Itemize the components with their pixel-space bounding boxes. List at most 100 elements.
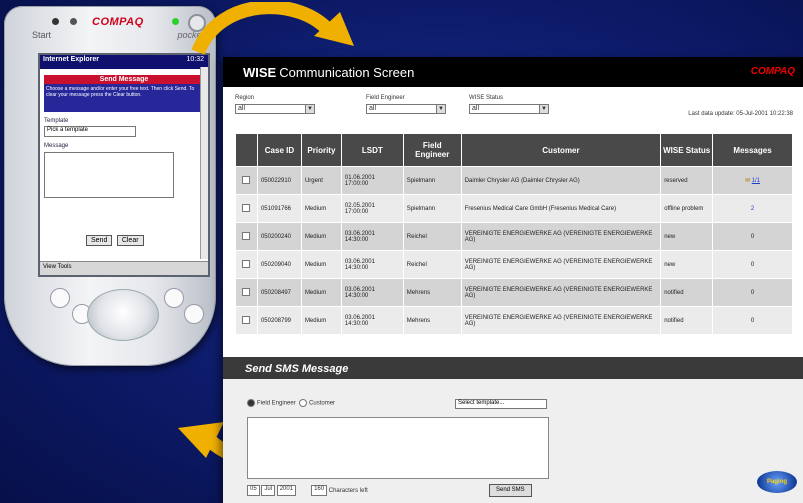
pda-top-bar: COMPAQ — [4, 12, 216, 32]
column-header[interactable]: Case ID — [256, 133, 302, 167]
engineer-select[interactable]: all ▼ — [366, 104, 446, 114]
customer-radio[interactable] — [299, 399, 308, 407]
column-header[interactable]: WISE Status — [660, 133, 714, 167]
calendar-hardware-button[interactable] — [50, 288, 70, 308]
messages-cell: 0 — [712, 306, 793, 335]
engineer-cell: Reichel — [402, 250, 462, 279]
status-cell: notified — [660, 306, 714, 335]
field-engineer-radio[interactable] — [247, 399, 255, 407]
row-checkbox[interactable] — [242, 287, 251, 296]
recipient-radio-group: Field Engineer Customer — [247, 399, 335, 407]
status-select[interactable]: all ▼ — [469, 104, 549, 114]
table-row[interactable]: 050200240 Medium 03.06.2001 14:30:00 Rei… — [235, 222, 793, 251]
chevron-down-icon: ▼ — [539, 105, 548, 113]
browser-content: Send Message Choose a message and/or ent… — [40, 69, 208, 259]
chevron-down-icon: ▼ — [305, 105, 314, 113]
tasks-hardware-button[interactable] — [184, 304, 204, 324]
pda-screen: Internet Explorer 10:32 Send Message Cho… — [38, 53, 210, 277]
table-row[interactable]: 051091766 Medium 02.05.2001 17:00:00 Spi… — [235, 194, 793, 223]
table-row[interactable]: 050022910 Urgent 01.06.2001 17:00:00 Spi… — [235, 166, 793, 195]
partner-logo: Paging — [757, 471, 797, 493]
chars-left-label: Characters left — [328, 488, 368, 495]
field-engineer-label: Field Engineer — [257, 400, 296, 407]
messages-cell[interactable]: 2 — [712, 194, 793, 223]
filter-label: Field Engineer — [366, 95, 405, 101]
inbox-hardware-button[interactable] — [164, 288, 184, 308]
priority-cell: Urgent — [300, 166, 342, 195]
engineer-cell: Spielmann — [402, 166, 462, 195]
pda-device: COMPAQ Start pocket Internet Explorer 10… — [4, 6, 216, 366]
messages-link[interactable]: 1/1 — [752, 178, 760, 184]
month-select[interactable]: Jul — [261, 485, 276, 496]
case-id-cell: 050022910 — [256, 166, 302, 195]
row-checkbox[interactable] — [242, 259, 251, 268]
record-dot-icon — [70, 18, 77, 25]
region-filter: Region all ▼ — [235, 95, 315, 114]
lsdt-cell: 02.05.2001 17:00:00 — [340, 194, 404, 223]
engineer-cell: Mehrens — [402, 306, 462, 335]
priority-cell: Medium — [300, 250, 342, 279]
year-select[interactable]: 2001 — [276, 485, 297, 496]
messages-cell: 0 — [712, 278, 793, 307]
status-led-icon — [172, 18, 179, 25]
filter-label: Region — [235, 95, 255, 101]
browser-title-bar: Internet Explorer 10:32 — [40, 55, 208, 69]
engineer-cell: Spielmann — [402, 194, 462, 223]
template-select[interactable]: Select template... — [455, 399, 547, 409]
pda-taskbar[interactable]: View Tools — [40, 261, 208, 275]
pda-clear-button[interactable]: Clear — [116, 235, 144, 246]
send-sms-button[interactable]: Send SMS — [489, 484, 532, 497]
status-cell: reserved — [660, 166, 714, 195]
send-message-panel-title: Send Message — [44, 75, 204, 84]
sms-textarea[interactable] — [247, 417, 549, 479]
region-select[interactable]: all ▼ — [235, 104, 315, 114]
title-rest: Communication Screen — [279, 65, 415, 80]
navigation-pad[interactable] — [87, 289, 159, 341]
engineer-cell: Reichel — [402, 222, 462, 251]
template-select[interactable]: Pick a template — [44, 126, 136, 137]
row-checkbox[interactable] — [242, 203, 251, 212]
status-cell: new — [660, 222, 714, 251]
message-textarea[interactable] — [44, 152, 174, 198]
customer-cell: VEREINIGTE ENERGIEWERKE AG (VEREINIGTE E… — [460, 278, 662, 307]
title-bold: WISE — [243, 65, 277, 80]
column-header[interactable]: Messages — [712, 133, 793, 167]
row-checkbox[interactable] — [242, 231, 251, 240]
filter-label: WISE Status — [469, 95, 504, 101]
lsdt-cell: 03.06.2001 14:30:00 — [340, 278, 404, 307]
priority-cell: Medium — [300, 222, 342, 251]
pda-subtitle-row: Start pocket — [32, 30, 204, 44]
lsdt-cell: 03.06.2001 14:30:00 — [340, 306, 404, 335]
browser-title: Internet Explorer — [43, 56, 100, 63]
column-header[interactable]: Priority — [300, 133, 342, 167]
sms-section-title: Send SMS Message — [223, 357, 803, 379]
priority-cell: Medium — [300, 306, 342, 335]
customer-cell: VEREINIGTE ENERGIEWERKE AG (VEREINIGTE E… — [460, 306, 662, 335]
window-title: WISE Communication Screen — [243, 65, 414, 80]
column-header[interactable]: Customer — [460, 133, 662, 167]
pda-button-row: Send Clear — [86, 229, 144, 247]
messages-cell: 0 — [712, 250, 793, 279]
template-label: Template — [44, 118, 69, 124]
table-row[interactable]: 050208497 Medium 03.06.2001 14:30:00 Meh… — [235, 278, 793, 307]
day-select[interactable]: 05 — [247, 485, 260, 496]
engineer-filter: Field Engineer all ▼ — [366, 95, 446, 114]
column-header[interactable]: LSDT — [340, 133, 404, 167]
compaq-logo: COMPAQ — [750, 66, 795, 77]
row-checkbox[interactable] — [242, 175, 251, 184]
lsdt-cell: 03.06.2001 14:30:00 — [340, 222, 404, 251]
schedule-row: 05 Jul 2001 160 Characters left — [247, 485, 368, 496]
table-row[interactable]: 050208799 Medium 03.06.2001 14:30:00 Meh… — [235, 306, 793, 335]
row-checkbox[interactable] — [242, 315, 251, 324]
customer-cell: Fresenius Medical Care GmbH (Fresenius M… — [460, 194, 662, 223]
start-menu-label[interactable]: Start — [32, 30, 51, 40]
engineer-cell: Mehrens — [402, 278, 462, 307]
pda-brand-logo: COMPAQ — [92, 16, 144, 28]
browser-scrollbar[interactable] — [200, 67, 208, 259]
priority-cell: Medium — [300, 194, 342, 223]
table-row[interactable]: 050209040 Medium 03.06.2001 14:30:00 Rei… — [235, 250, 793, 279]
column-header[interactable]: Field Engineer — [402, 133, 462, 167]
customer-cell: VEREINIGTE ENERGIEWERKE AG (VEREINIGTE E… — [460, 250, 662, 279]
pda-send-button[interactable]: Send — [86, 235, 113, 246]
messages-cell[interactable]: ✉ 1/1 — [712, 166, 793, 195]
